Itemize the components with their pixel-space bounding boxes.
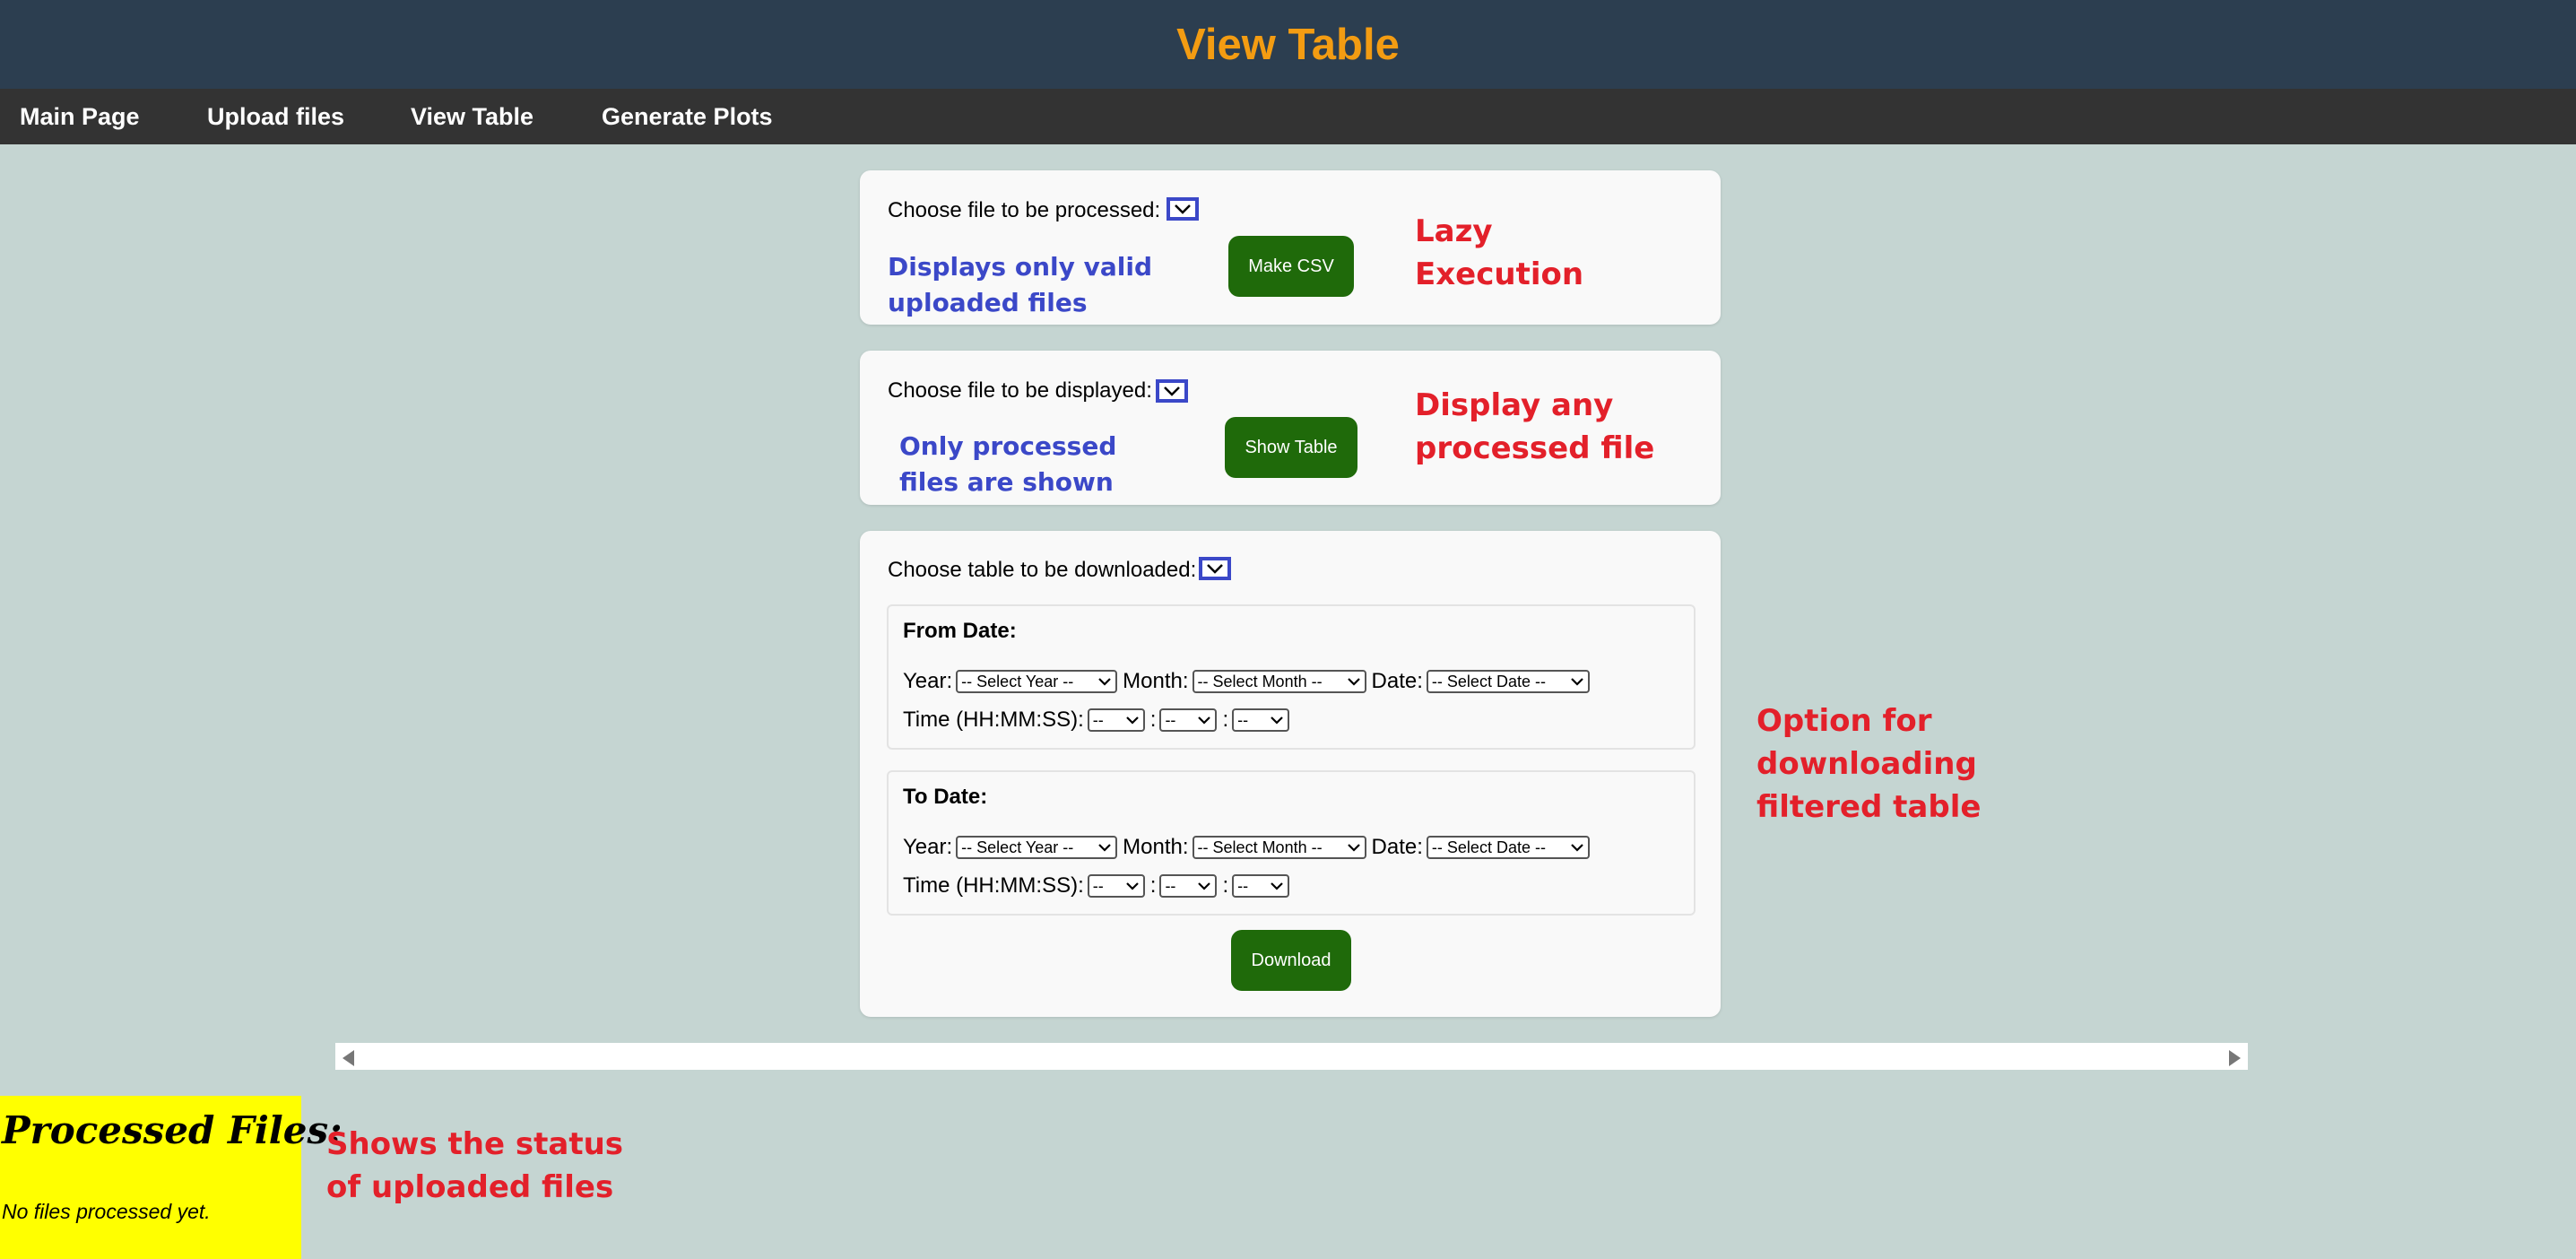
from-date-select[interactable]: -- Select Date --: [1426, 670, 1590, 693]
to-year-select[interactable]: -- Select Year --: [956, 836, 1118, 859]
chevron-down-icon: [1164, 386, 1180, 396]
display-note-line2: files are shown: [899, 467, 1114, 497]
lazy-execution-annotation-line2: Execution: [1415, 256, 1584, 292]
chevron-down-icon: [1098, 678, 1111, 686]
from-time-label: Time (HH:MM:SS):: [903, 708, 1084, 732]
to-time-label: Time (HH:MM:SS):: [903, 873, 1084, 898]
chevron-down-icon: [1347, 678, 1360, 686]
to-hour-select[interactable]: --: [1087, 874, 1145, 898]
to-date-row: Year: -- Select Year -- Month: -- Select…: [903, 835, 1595, 860]
from-month-label: Month:: [1123, 669, 1189, 693]
chevron-down-icon: [1125, 716, 1139, 725]
status-annotation-line2: of uploaded files: [326, 1169, 614, 1205]
lazy-execution-annotation-line1: Lazy: [1415, 213, 1493, 249]
download-table-dropdown[interactable]: [1199, 557, 1231, 580]
status-annotation-line1: Shows the status: [326, 1126, 624, 1162]
to-year-label: Year:: [903, 835, 953, 859]
process-note-line2: uploaded files: [888, 288, 1088, 317]
to-month-select[interactable]: -- Select Month --: [1192, 836, 1366, 859]
to-date-section: To Date: Year: -- Select Year -- Month: …: [887, 770, 1696, 916]
nav-upload-files[interactable]: Upload files: [207, 103, 344, 131]
download-annotation-line2: downloading: [1756, 746, 1977, 782]
page-title: View Table: [1176, 20, 1400, 69]
download-button[interactable]: Download: [1231, 930, 1351, 991]
chevron-down-icon: [1571, 678, 1583, 686]
from-hour-select[interactable]: --: [1087, 708, 1145, 732]
nav-generate-plots[interactable]: Generate Plots: [602, 103, 773, 131]
processed-files-title: Processed Files:: [2, 1108, 343, 1152]
from-year-label: Year:: [903, 669, 953, 693]
download-table-card: Choose table to be downloaded: From Date…: [860, 531, 1721, 1017]
from-date-title: From Date:: [903, 619, 1017, 643]
download-annotation-line1: Option for: [1756, 703, 1932, 739]
chevron-down-icon: [1098, 844, 1111, 852]
header-bar: View Table: [0, 0, 2576, 89]
to-minute-select[interactable]: --: [1159, 874, 1218, 898]
download-table-label: Choose table to be downloaded:: [888, 558, 1197, 582]
to-second-select[interactable]: --: [1232, 874, 1290, 898]
chevron-down-icon: [1347, 844, 1360, 852]
chevron-down-icon: [1125, 882, 1139, 890]
from-date-row: Year: -- Select Year -- Month: -- Select…: [903, 669, 1595, 694]
nav-main-page[interactable]: Main Page: [20, 103, 140, 131]
from-year-select[interactable]: -- Select Year --: [956, 670, 1118, 693]
display-file-dropdown[interactable]: [1156, 379, 1188, 403]
chevron-down-icon: [1271, 716, 1283, 725]
chevron-down-icon: [1198, 882, 1211, 890]
scroll-left-arrow-icon[interactable]: [343, 1050, 354, 1066]
from-minute-select[interactable]: --: [1159, 708, 1218, 732]
display-annotation-line2: processed file: [1415, 430, 1655, 466]
show-table-button[interactable]: Show Table: [1225, 417, 1357, 478]
from-date-label: Date:: [1371, 669, 1423, 693]
process-file-dropdown[interactable]: [1167, 197, 1199, 221]
from-date-section: From Date: Year: -- Select Year -- Month…: [887, 604, 1696, 750]
chevron-down-icon: [1571, 844, 1583, 852]
from-time-row: Time (HH:MM:SS): -- : -- : --: [903, 708, 1295, 733]
nav-bar: Main Page Upload files View Table Genera…: [0, 89, 2576, 144]
process-note-line1: Displays only valid: [888, 252, 1152, 282]
display-note-line1: Only processed: [899, 431, 1117, 461]
to-date-label: Date:: [1371, 835, 1423, 859]
chevron-down-icon: [1271, 882, 1283, 890]
to-date-select[interactable]: -- Select Date --: [1426, 836, 1590, 859]
chevron-down-icon: [1207, 564, 1223, 574]
to-date-title: To Date:: [903, 785, 988, 809]
from-second-select[interactable]: --: [1232, 708, 1290, 732]
make-csv-button[interactable]: Make CSV: [1228, 236, 1354, 297]
to-time-row: Time (HH:MM:SS): -- : -- : --: [903, 873, 1295, 899]
from-month-select[interactable]: -- Select Month --: [1192, 670, 1366, 693]
chevron-down-icon: [1198, 716, 1211, 725]
horizontal-scrollbar[interactable]: [335, 1043, 2248, 1070]
process-file-card: Choose file to be processed: Displays on…: [860, 170, 1721, 325]
display-file-label: Choose file to be displayed:: [888, 378, 1152, 403]
processed-files-empty-text: No files processed yet.: [2, 1200, 211, 1223]
processed-files-panel: Processed Files: No files processed yet.: [0, 1096, 343, 1259]
scroll-right-arrow-icon[interactable]: [2229, 1050, 2241, 1066]
download-annotation-line3: filtered table: [1756, 789, 1982, 825]
process-file-label: Choose file to be processed:: [888, 198, 1161, 222]
chevron-down-icon: [1175, 204, 1191, 214]
display-annotation-line1: Display any: [1415, 387, 1614, 423]
to-month-label: Month:: [1123, 835, 1189, 859]
nav-view-table[interactable]: View Table: [411, 103, 533, 131]
